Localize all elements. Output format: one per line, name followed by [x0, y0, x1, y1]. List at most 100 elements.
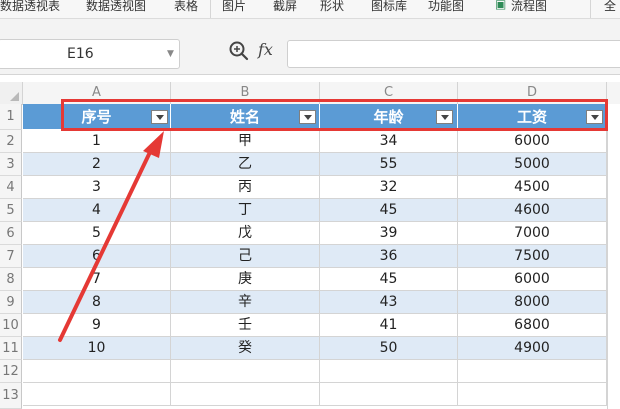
- column-header-d[interactable]: D: [458, 82, 607, 105]
- table-cell[interactable]: 43: [320, 291, 458, 314]
- table-cell[interactable]: 5000: [458, 153, 607, 176]
- table-cell[interactable]: [171, 360, 320, 383]
- table-cell[interactable]: 6800: [458, 314, 607, 337]
- table-cell[interactable]: 辛: [171, 291, 320, 314]
- header-label: 序号: [81, 108, 112, 126]
- table-cell[interactable]: 6000: [458, 268, 607, 291]
- column-header-a[interactable]: A: [23, 82, 171, 105]
- filter-dropdown-icon[interactable]: [151, 110, 168, 124]
- table-cell[interactable]: [320, 383, 458, 406]
- row-header-13[interactable]: 13: [0, 383, 22, 409]
- table-cell[interactable]: 甲: [171, 130, 320, 153]
- pivot-table-button[interactable]: 数据透视表: [0, 0, 60, 14]
- table-cell[interactable]: 3: [23, 176, 171, 199]
- table-cell[interactable]: [320, 360, 458, 383]
- ribbon-toolbar: 数据透视表 数据透视图 表格 图片 截屏 形状 图标库 功能图 ▣ 流程图 全: [0, 0, 620, 19]
- table-cell[interactable]: 34: [320, 130, 458, 153]
- table-cell[interactable]: 39: [320, 222, 458, 245]
- table-cell[interactable]: 4900: [458, 337, 607, 360]
- header-cell-id[interactable]: 序号: [23, 104, 171, 130]
- select-all-corner[interactable]: [0, 82, 23, 105]
- toolbar-gap: [0, 19, 620, 34]
- screenshot-button[interactable]: 截屏: [273, 0, 297, 14]
- pivot-chart-button[interactable]: 数据透视图: [86, 0, 146, 14]
- column-header-c[interactable]: C: [320, 82, 458, 105]
- table-header-row: 序号 姓名 年龄 工资: [23, 104, 607, 130]
- table-cell[interactable]: 9: [23, 314, 171, 337]
- row-header-4[interactable]: 4: [0, 176, 22, 199]
- table-cell[interactable]: 8: [23, 291, 171, 314]
- table-cell[interactable]: [458, 383, 607, 406]
- filter-dropdown-icon[interactable]: [299, 110, 316, 124]
- table-cell[interactable]: 壬: [171, 314, 320, 337]
- column-e-cells[interactable]: [607, 104, 620, 409]
- table-cell[interactable]: 55: [320, 153, 458, 176]
- table-row: 10 癸 50 4900: [23, 337, 607, 360]
- filter-dropdown-icon[interactable]: [586, 110, 603, 124]
- icon-library-button[interactable]: 图标库: [371, 0, 407, 14]
- table-cell[interactable]: 戊: [171, 222, 320, 245]
- table-cell[interactable]: 7000: [458, 222, 607, 245]
- table-cell[interactable]: 庚: [171, 268, 320, 291]
- table-row: 8 辛 43 8000: [23, 291, 607, 314]
- row-header-10[interactable]: 10: [0, 314, 22, 337]
- formula-input[interactable]: [287, 40, 620, 68]
- header-cell-name[interactable]: 姓名: [171, 104, 320, 130]
- row-header-5[interactable]: 5: [0, 199, 22, 222]
- flowchart-icon[interactable]: ▣: [495, 0, 506, 11]
- table-cell[interactable]: 4: [23, 199, 171, 222]
- row-header-1[interactable]: 1: [0, 104, 22, 130]
- header-cell-salary[interactable]: 工资: [458, 104, 607, 130]
- all-button[interactable]: 全: [604, 0, 616, 14]
- row-header-3[interactable]: 3: [0, 153, 22, 176]
- table-cell[interactable]: [23, 360, 171, 383]
- table-cell[interactable]: 7500: [458, 245, 607, 268]
- table-cell[interactable]: 丁: [171, 199, 320, 222]
- picture-button[interactable]: 图片: [222, 0, 246, 14]
- row-header-11[interactable]: 11: [0, 337, 22, 360]
- table-cell[interactable]: [23, 383, 171, 406]
- flowchart-button[interactable]: 流程图: [511, 0, 547, 14]
- table-cell[interactable]: 癸: [171, 337, 320, 360]
- table-cell[interactable]: [458, 360, 607, 383]
- table-row: 3 丙 32 4500: [23, 176, 607, 199]
- table-cell[interactable]: 2: [23, 153, 171, 176]
- table-cell[interactable]: 6: [23, 245, 171, 268]
- chevron-down-icon[interactable]: ▼: [167, 49, 174, 59]
- row-header-7[interactable]: 7: [0, 245, 22, 268]
- row-header-6[interactable]: 6: [0, 222, 22, 245]
- table-cell[interactable]: 45: [320, 268, 458, 291]
- table-button[interactable]: 表格: [174, 0, 198, 14]
- fx-icon[interactable]: fx: [258, 40, 273, 59]
- table-cell[interactable]: 己: [171, 245, 320, 268]
- header-cell-age[interactable]: 年龄: [320, 104, 458, 130]
- name-box[interactable]: E16 ▼: [0, 39, 180, 69]
- row-header-8[interactable]: 8: [0, 268, 22, 291]
- zoom-magnifier-icon[interactable]: [228, 40, 250, 62]
- filter-dropdown-icon[interactable]: [436, 110, 453, 124]
- table-cell[interactable]: 7: [23, 268, 171, 291]
- column-header-e[interactable]: [607, 82, 620, 105]
- table-cell[interactable]: 丙: [171, 176, 320, 199]
- row-header-2[interactable]: 2: [0, 130, 22, 153]
- table-cell[interactable]: 45: [320, 199, 458, 222]
- table-cell[interactable]: 10: [23, 337, 171, 360]
- table-cell[interactable]: 6000: [458, 130, 607, 153]
- shapes-button[interactable]: 形状: [320, 0, 344, 14]
- table-cell[interactable]: 5: [23, 222, 171, 245]
- column-header-b[interactable]: B: [171, 82, 320, 105]
- function-chart-button[interactable]: 功能图: [428, 0, 464, 14]
- table-cell[interactable]: 乙: [171, 153, 320, 176]
- table-cell[interactable]: 41: [320, 314, 458, 337]
- table-cell[interactable]: 36: [320, 245, 458, 268]
- table-cell[interactable]: 1: [23, 130, 171, 153]
- row-header-12[interactable]: 12: [0, 360, 22, 383]
- table-cell[interactable]: [171, 383, 320, 406]
- table-cell[interactable]: 4600: [458, 199, 607, 222]
- row-header-9[interactable]: 9: [0, 291, 22, 314]
- table-cell[interactable]: 32: [320, 176, 458, 199]
- table-cell[interactable]: 4500: [458, 176, 607, 199]
- table-cell[interactable]: 8000: [458, 291, 607, 314]
- table-cell[interactable]: 50: [320, 337, 458, 360]
- header-label: 姓名: [229, 108, 260, 126]
